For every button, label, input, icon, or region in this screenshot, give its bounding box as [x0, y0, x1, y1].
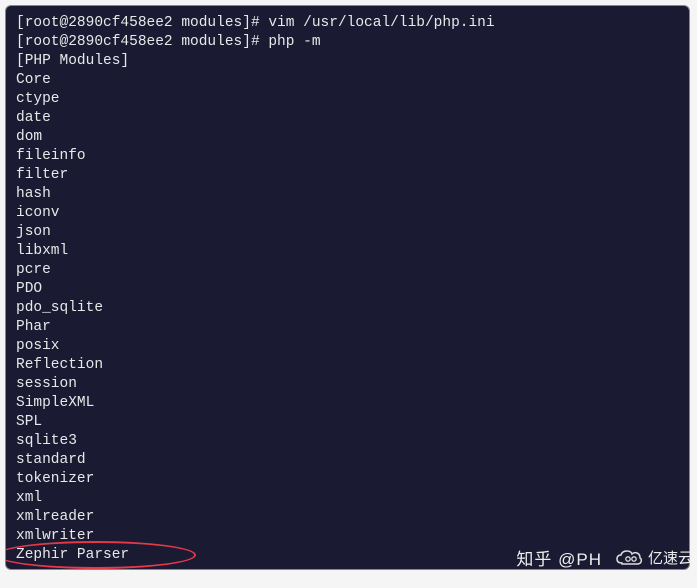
module-item: PDO — [16, 280, 679, 299]
module-item: xmlreader — [16, 508, 679, 527]
module-item: xmlwriter — [16, 527, 679, 546]
module-item: posix — [16, 337, 679, 356]
module-item: xml — [16, 489, 679, 508]
module-item: filter — [16, 166, 679, 185]
cloud-icon — [614, 548, 644, 568]
yisu-text: 亿速云 — [648, 547, 693, 568]
module-item: Core — [16, 71, 679, 90]
module-item: SPL — [16, 413, 679, 432]
prompt-line-2: [root@2890cf458ee2 modules]# php -m — [16, 33, 679, 52]
module-item: json — [16, 223, 679, 242]
module-item: pcre — [16, 261, 679, 280]
module-item: Reflection — [16, 356, 679, 375]
module-item: hash — [16, 185, 679, 204]
module-item: SimpleXML — [16, 394, 679, 413]
yisu-watermark: 亿速云 — [614, 547, 693, 568]
module-item: fileinfo — [16, 147, 679, 166]
module-item: tokenizer — [16, 470, 679, 489]
prompt-line-1: [root@2890cf458ee2 modules]# vim /usr/lo… — [16, 14, 679, 33]
terminal-window[interactable]: [root@2890cf458ee2 modules]# vim /usr/lo… — [5, 5, 690, 570]
module-item: date — [16, 109, 679, 128]
modules-header: [PHP Modules] — [16, 52, 679, 71]
module-item: standard — [16, 451, 679, 470]
module-item: ctype — [16, 90, 679, 109]
zhihu-watermark: 知乎 @PH — [516, 545, 602, 570]
module-item: sqlite3 — [16, 432, 679, 451]
module-item: pdo_sqlite — [16, 299, 679, 318]
module-item: dom — [16, 128, 679, 147]
module-item: libxml — [16, 242, 679, 261]
watermark: 知乎 @PH 亿速云 — [516, 545, 693, 570]
module-item: iconv — [16, 204, 679, 223]
module-item: Phar — [16, 318, 679, 337]
module-item: session — [16, 375, 679, 394]
